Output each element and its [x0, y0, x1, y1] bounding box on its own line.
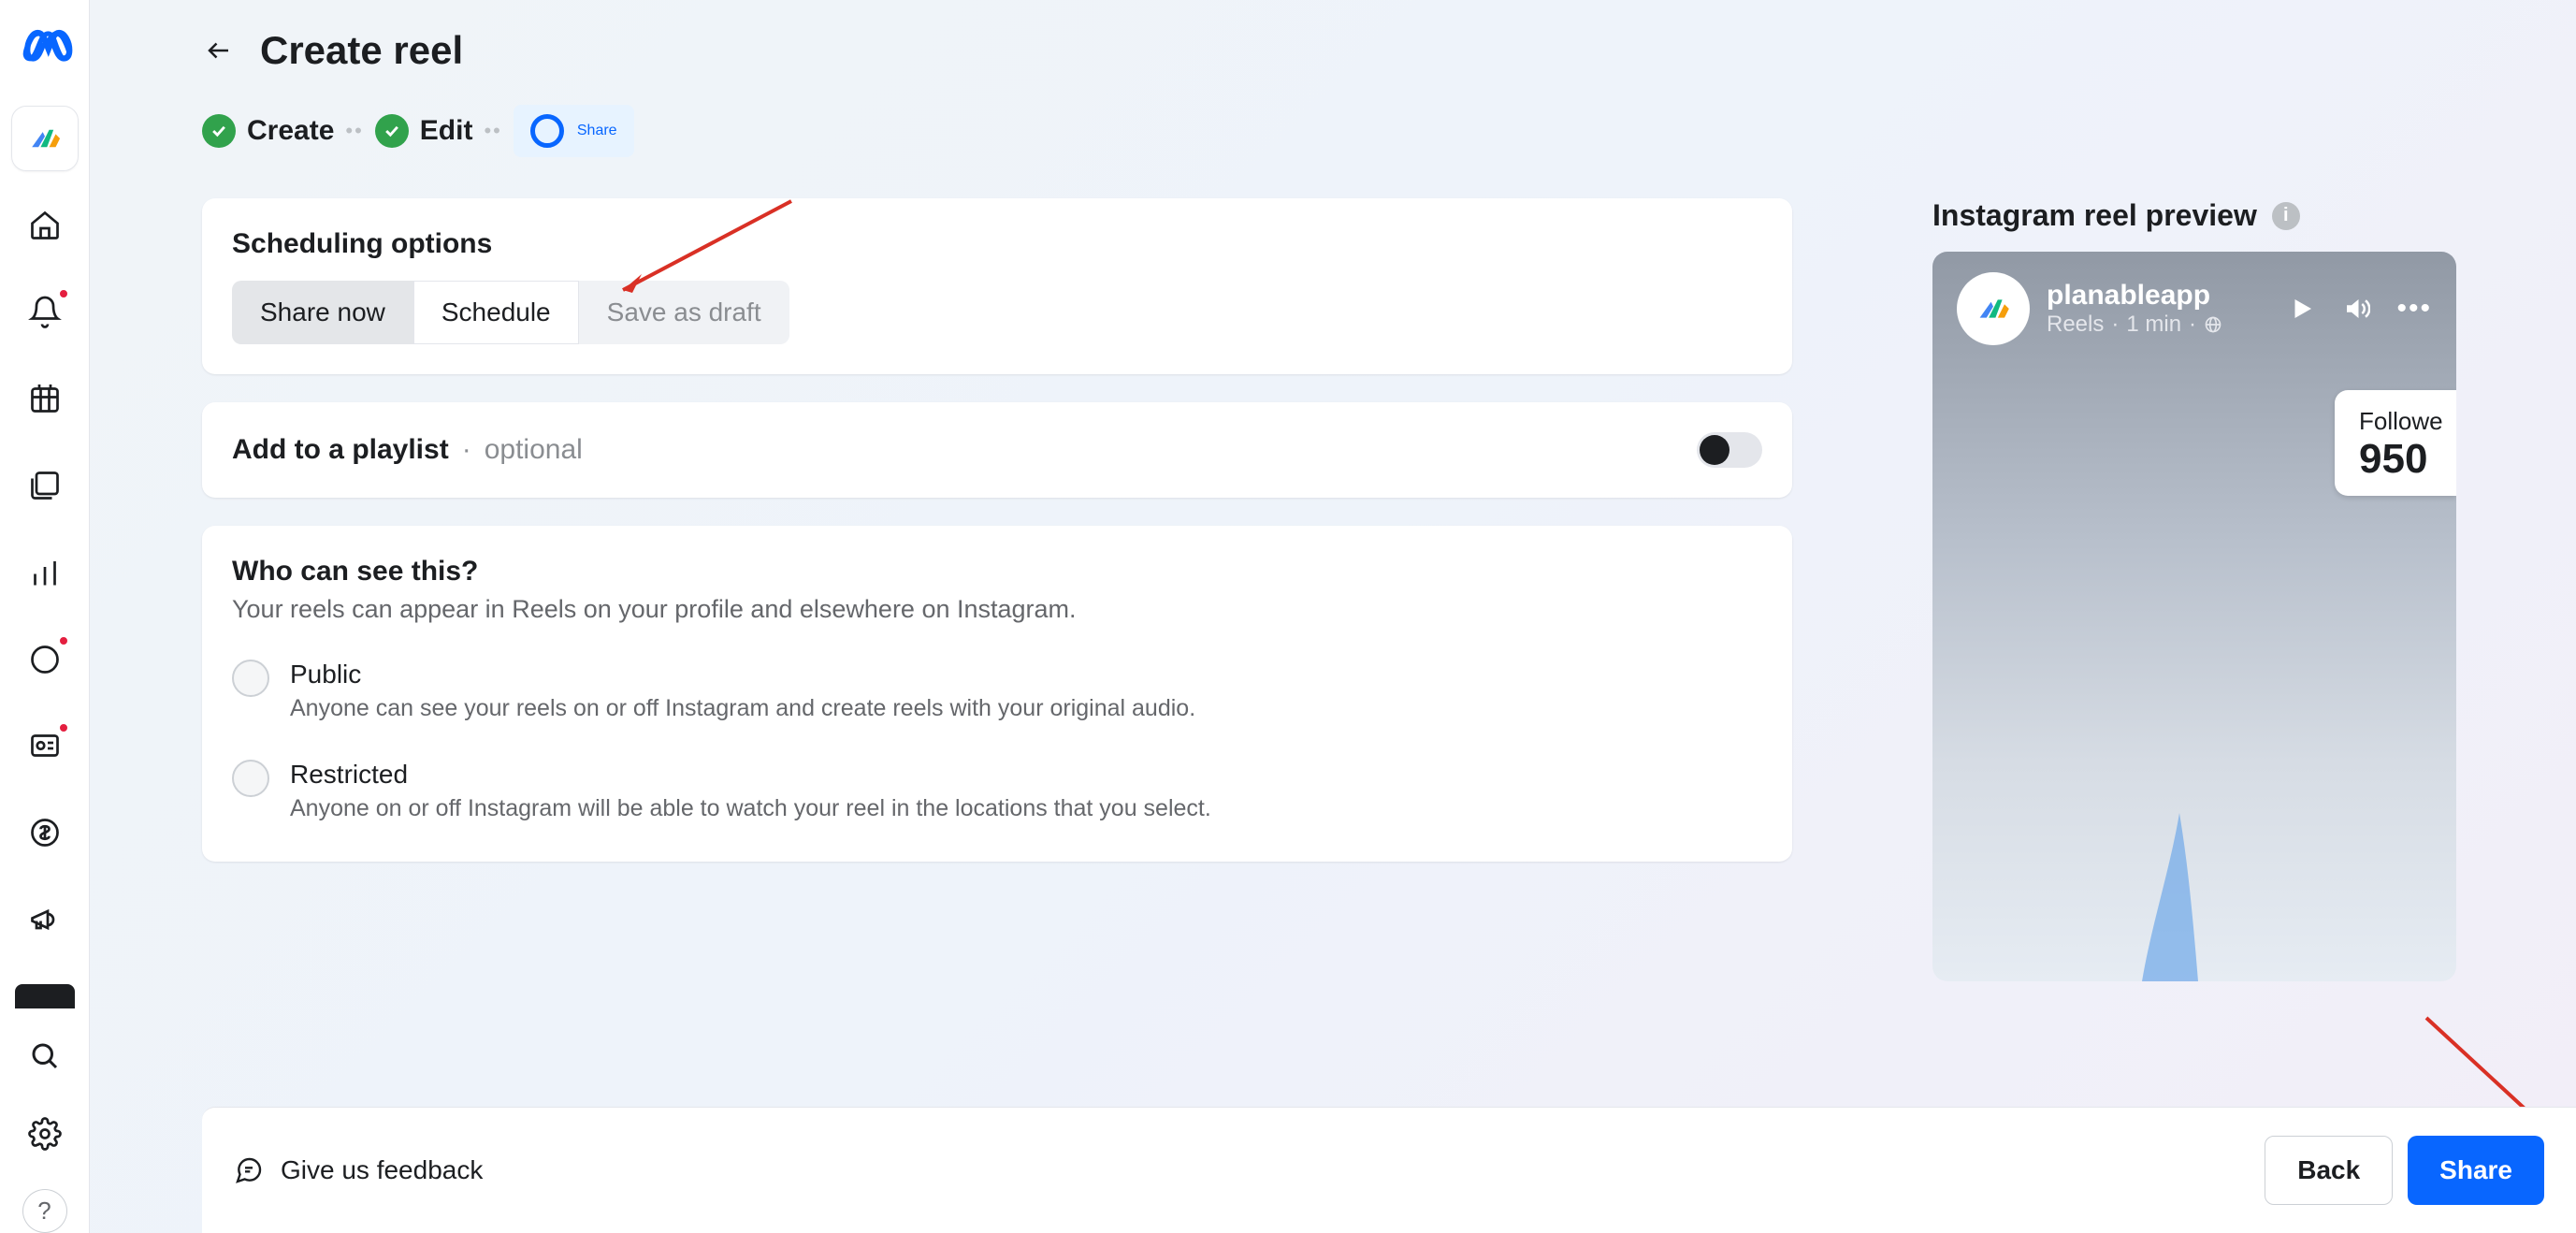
back-button[interactable]: Back	[2265, 1136, 2393, 1205]
save-draft-button[interactable]: Save as draft	[579, 281, 789, 344]
restricted-desc: Anyone on or off Instagram will be able …	[290, 795, 1211, 822]
visibility-option-restricted[interactable]: Restricted Anyone on or off Instagram wi…	[232, 760, 1762, 822]
ads-icon[interactable]	[22, 897, 67, 941]
step-label: Edit	[420, 115, 473, 147]
preview-avatar	[1957, 272, 2030, 345]
check-icon	[202, 114, 236, 148]
page-title: Create reel	[260, 28, 463, 73]
playlist-label: Add to a playlist	[232, 434, 449, 466]
settings-icon[interactable]	[22, 1111, 67, 1155]
main-content: Create reel Create •• Edit •• Share Sc	[90, 0, 2576, 1233]
step-label: Share	[577, 123, 617, 139]
public-desc: Anyone can see your reels on or off Inst…	[290, 695, 1195, 722]
planner-icon[interactable]	[22, 377, 67, 421]
preview-title: Instagram reel preview	[1932, 198, 2257, 233]
visibility-title: Who can see this?	[232, 556, 1762, 587]
back-arrow-icon[interactable]	[202, 34, 236, 67]
insights-icon[interactable]	[22, 550, 67, 594]
meta-logo[interactable]	[17, 19, 73, 80]
check-icon	[375, 114, 409, 148]
playlist-separator: ·	[462, 434, 471, 466]
preview-meta: Reels · 1 min ·	[2047, 312, 2222, 338]
stepper: Create •• Edit •• Share	[202, 105, 2464, 157]
scheduling-options-group: Share now Schedule Save as draft	[232, 281, 789, 344]
playlist-optional: optional	[485, 434, 583, 466]
visibility-option-public[interactable]: Public Anyone can see your reels on or o…	[232, 660, 1762, 722]
feedback-label: Give us feedback	[281, 1155, 483, 1185]
audience-icon[interactable]	[22, 724, 67, 768]
feedback-link[interactable]: Give us feedback	[234, 1155, 483, 1185]
step-separator: ••	[345, 119, 363, 143]
content-icon[interactable]	[22, 464, 67, 508]
notifications-icon[interactable]	[22, 290, 67, 334]
help-icon[interactable]: ?	[22, 1189, 67, 1233]
share-now-button[interactable]: Share now	[232, 281, 413, 344]
info-icon[interactable]: i	[2272, 202, 2300, 230]
app-switcher-icon[interactable]	[11, 106, 79, 171]
globe-icon	[2204, 315, 2222, 334]
step-edit[interactable]: Edit	[375, 114, 473, 148]
schedule-button[interactable]: Schedule	[413, 281, 579, 344]
monetization-icon[interactable]	[22, 811, 67, 855]
followers-label: Followe	[2359, 407, 2438, 436]
preview-username: planableapp	[2047, 280, 2222, 312]
step-separator: ••	[484, 119, 501, 143]
scheduling-title: Scheduling options	[232, 228, 1762, 260]
preview-panel: Instagram reel preview i planableapp Ree…	[1932, 198, 2456, 981]
more-icon[interactable]: •••	[2396, 293, 2432, 325]
visibility-subtitle: Your reels can appear in Reels on your p…	[232, 595, 1762, 624]
sidebar: ?	[0, 0, 90, 1233]
followers-count: 950	[2359, 436, 2438, 483]
playlist-card: Add to a playlist · optional	[202, 402, 1792, 498]
home-icon[interactable]	[22, 203, 67, 247]
step-label: Create	[247, 115, 334, 147]
inbox-icon[interactable]	[22, 637, 67, 681]
radio-restricted[interactable]	[232, 760, 269, 797]
radio-public[interactable]	[232, 660, 269, 697]
reel-preview: planableapp Reels · 1 min · •••	[1932, 252, 2456, 981]
share-button[interactable]: Share	[2408, 1136, 2544, 1205]
step-share[interactable]: Share	[514, 105, 634, 157]
restricted-label: Restricted	[290, 760, 1211, 790]
play-icon[interactable]	[2288, 295, 2316, 323]
collapsed-item-icon[interactable]	[15, 984, 75, 1008]
search-icon[interactable]	[22, 1035, 67, 1079]
visibility-card: Who can see this? Your reels can appear …	[202, 526, 1792, 862]
step-create[interactable]: Create	[202, 114, 334, 148]
volume-icon[interactable]	[2342, 295, 2370, 323]
scheduling-card: Scheduling options Share now Schedule Sa…	[202, 198, 1792, 374]
playlist-toggle[interactable]	[1697, 432, 1762, 468]
footer-bar: Give us feedback Back Share	[202, 1107, 2576, 1233]
public-label: Public	[290, 660, 1195, 689]
preview-graphic	[2142, 813, 2217, 981]
feedback-icon	[234, 1155, 264, 1185]
current-step-ring-icon	[530, 114, 564, 148]
followers-card: Followe 950	[2335, 390, 2456, 496]
